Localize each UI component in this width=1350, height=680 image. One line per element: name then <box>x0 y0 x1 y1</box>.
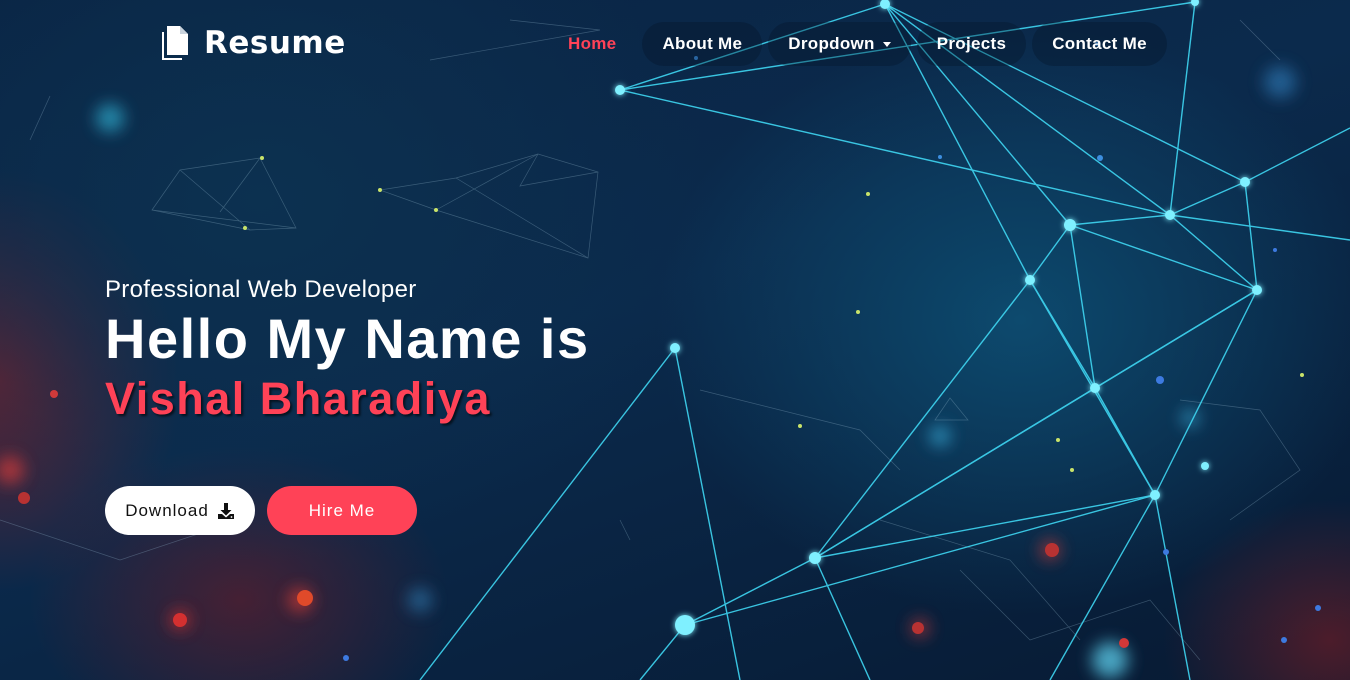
brand-logo[interactable]: Resume <box>158 24 346 62</box>
nav-item-contact-me[interactable]: Contact Me <box>1032 22 1167 66</box>
nav-item-about-me[interactable]: About Me <box>642 22 763 66</box>
hero-title: Hello My Name is <box>105 307 590 370</box>
brand-name: Resume <box>204 25 346 61</box>
copy-icon <box>162 26 188 60</box>
main-navigation: Home About Me Dropdown Projects Contact … <box>548 22 1167 66</box>
nav-item-dropdown[interactable]: Dropdown <box>768 22 911 66</box>
nav-item-label: Projects <box>936 34 1007 53</box>
hire-me-button[interactable]: Hire Me <box>267 486 417 535</box>
hero-actions: Download Hire Me <box>105 486 417 535</box>
hero-name: Vishal Bharadiya <box>105 372 491 424</box>
nav-item-projects[interactable]: Projects <box>916 22 1027 66</box>
download-button-label: Download <box>125 500 209 520</box>
hero-section: Resume Home About Me Dropdown Projects C… <box>0 0 1350 680</box>
hero-subtitle: Professional Web Developer <box>105 276 417 303</box>
hire-me-button-label: Hire Me <box>308 500 376 520</box>
download-button[interactable]: Download <box>105 486 255 535</box>
nav-item-label: Contact Me <box>1052 34 1147 53</box>
nav-item-label: Home <box>568 34 617 53</box>
nav-item-label: About Me <box>662 34 743 53</box>
hero-content: Professional Web Developer Hello My Name… <box>105 276 590 426</box>
caret-down-icon <box>882 41 891 47</box>
download-icon <box>217 502 234 519</box>
nav-item-home[interactable]: Home <box>548 22 636 66</box>
nav-item-label: Dropdown <box>788 34 875 53</box>
